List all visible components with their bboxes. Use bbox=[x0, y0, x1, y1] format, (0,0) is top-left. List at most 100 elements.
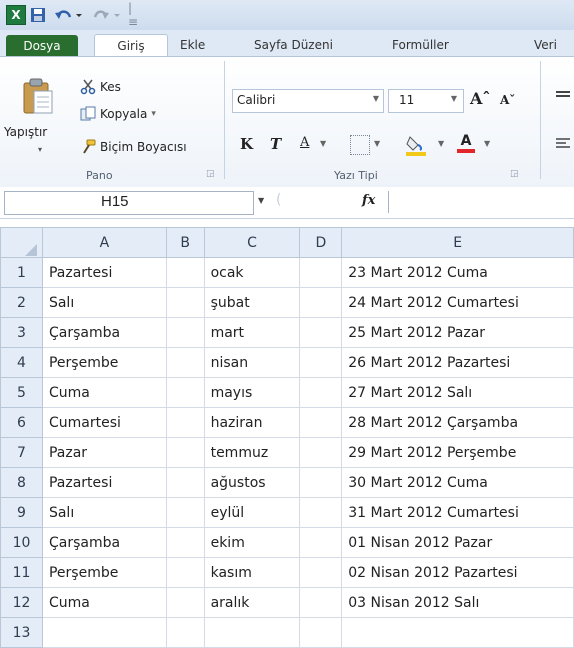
row-header[interactable]: 4 bbox=[0, 347, 43, 378]
cell-c[interactable]: temmuz bbox=[203, 437, 301, 468]
grow-font-button[interactable]: Aˆ bbox=[470, 89, 490, 108]
tab-page-layout[interactable]: Sayfa Düzeni bbox=[254, 34, 333, 56]
cell-e[interactable]: 01 Nisan 2012 Pazar bbox=[341, 527, 574, 558]
name-box[interactable]: H15 bbox=[4, 191, 254, 215]
cell-e[interactable]: 27 Mart 2012 Salı bbox=[341, 377, 574, 408]
cell-d[interactable] bbox=[299, 257, 343, 288]
cell-e[interactable]: 31 Mart 2012 Cumartesi bbox=[341, 497, 574, 528]
cell-c[interactable]: eylül bbox=[203, 497, 301, 528]
paste-dropdown-icon[interactable]: ▾ bbox=[38, 145, 42, 154]
column-header-e[interactable]: E bbox=[341, 227, 574, 258]
cell-c[interactable]: nisan bbox=[203, 347, 301, 378]
cell-b[interactable] bbox=[165, 617, 205, 648]
italic-button[interactable]: T bbox=[270, 135, 281, 153]
cell-a[interactable]: Cuma bbox=[41, 587, 167, 618]
cell-b[interactable] bbox=[165, 497, 205, 528]
cell-b[interactable] bbox=[165, 587, 205, 618]
cell-a[interactable]: Cuma bbox=[41, 377, 167, 408]
cell-a[interactable]: Pazartesi bbox=[41, 257, 167, 288]
cell-d[interactable] bbox=[299, 347, 343, 378]
excel-logo-icon[interactable]: X bbox=[6, 5, 26, 25]
cell-e[interactable]: 28 Mart 2012 Çarşamba bbox=[341, 407, 574, 438]
cell-e[interactable]: 30 Mart 2012 Cuma bbox=[341, 467, 574, 498]
row-header[interactable]: 10 bbox=[0, 527, 43, 558]
paste-icon[interactable] bbox=[22, 77, 54, 115]
paste-button[interactable]: Yapıştır bbox=[4, 125, 47, 139]
cell-b[interactable] bbox=[165, 317, 205, 348]
cell-e[interactable]: 25 Mart 2012 Pazar bbox=[341, 317, 574, 348]
cell-d[interactable] bbox=[299, 467, 343, 498]
column-header-d[interactable]: D bbox=[299, 227, 343, 258]
cell-a[interactable]: Çarşamba bbox=[41, 527, 167, 558]
tab-formulas[interactable]: Formüller bbox=[392, 34, 449, 56]
cell-d[interactable] bbox=[299, 287, 343, 318]
select-all-corner[interactable] bbox=[0, 227, 43, 258]
cell-c[interactable]: kasım bbox=[203, 557, 301, 588]
cell-b[interactable] bbox=[165, 287, 205, 318]
align-left-icon[interactable] bbox=[556, 137, 570, 151]
undo-icon[interactable] bbox=[54, 5, 84, 25]
row-header[interactable]: 7 bbox=[0, 437, 43, 468]
cell-c[interactable] bbox=[203, 617, 301, 648]
cell-e[interactable]: 26 Mart 2012 Pazartesi bbox=[341, 347, 574, 378]
cell-c[interactable]: mart bbox=[203, 317, 301, 348]
cell-d[interactable] bbox=[299, 377, 343, 408]
row-header[interactable]: 6 bbox=[0, 407, 43, 438]
copy-dropdown-icon[interactable]: ▾ bbox=[151, 109, 156, 119]
row-header[interactable]: 11 bbox=[0, 557, 43, 588]
underline-dropdown-icon[interactable]: ▼ bbox=[320, 139, 326, 148]
cell-b[interactable] bbox=[165, 467, 205, 498]
save-icon[interactable] bbox=[30, 5, 46, 25]
cell-a[interactable]: Perşembe bbox=[41, 347, 167, 378]
cell-a[interactable]: Salı bbox=[41, 287, 167, 318]
tab-file[interactable]: Dosya bbox=[6, 35, 78, 57]
cell-b[interactable] bbox=[165, 527, 205, 558]
customize-quick-access-icon[interactable]: |≡ bbox=[128, 1, 138, 29]
cell-c[interactable]: aralık bbox=[203, 587, 301, 618]
cell-a[interactable]: Çarşamba bbox=[41, 317, 167, 348]
bold-button[interactable]: K bbox=[240, 135, 253, 153]
cell-d[interactable] bbox=[299, 527, 343, 558]
row-header[interactable]: 3 bbox=[0, 317, 43, 348]
tab-home[interactable]: Giriş bbox=[94, 34, 168, 57]
cell-e[interactable]: 29 Mart 2012 Perşembe bbox=[341, 437, 574, 468]
cut-button[interactable]: Kes bbox=[80, 79, 121, 95]
cell-e[interactable]: 03 Nisan 2012 Salı bbox=[341, 587, 574, 618]
column-header-b[interactable]: B bbox=[165, 227, 205, 258]
cell-a[interactable] bbox=[41, 617, 167, 648]
font-color-dropdown-icon[interactable]: ▼ bbox=[484, 139, 490, 148]
cell-e[interactable] bbox=[341, 617, 574, 648]
cell-a[interactable]: Cumartesi bbox=[41, 407, 167, 438]
cell-d[interactable] bbox=[299, 587, 343, 618]
row-header[interactable]: 8 bbox=[0, 467, 43, 498]
row-header[interactable]: 1 bbox=[0, 257, 43, 288]
cell-c[interactable]: şubat bbox=[203, 287, 301, 318]
fill-color-icon[interactable] bbox=[404, 133, 428, 157]
cell-b[interactable] bbox=[165, 347, 205, 378]
row-header[interactable]: 13 bbox=[0, 617, 43, 648]
borders-dropdown-icon[interactable]: ▼ bbox=[374, 139, 380, 148]
cell-d[interactable] bbox=[299, 617, 343, 648]
redo-icon[interactable] bbox=[92, 5, 122, 25]
fill-color-dropdown-icon[interactable]: ▼ bbox=[438, 139, 444, 148]
cell-b[interactable] bbox=[165, 257, 205, 288]
column-header-a[interactable]: A bbox=[41, 227, 167, 258]
font-dialog-launcher-icon[interactable]: ◲ bbox=[510, 169, 519, 179]
cell-e[interactable]: 02 Nisan 2012 Pazartesi bbox=[341, 557, 574, 588]
cell-e[interactable]: 24 Mart 2012 Cumartesi bbox=[341, 287, 574, 318]
cell-d[interactable] bbox=[299, 497, 343, 528]
cell-b[interactable] bbox=[165, 407, 205, 438]
copy-button[interactable]: Kopyala ▾ bbox=[80, 106, 156, 122]
tab-data[interactable]: Veri bbox=[534, 34, 557, 56]
insert-function-icon[interactable]: fx bbox=[362, 193, 375, 208]
column-header-c[interactable]: C bbox=[203, 227, 301, 258]
cell-b[interactable] bbox=[165, 437, 205, 468]
cell-d[interactable] bbox=[299, 407, 343, 438]
clipboard-dialog-launcher-icon[interactable]: ◲ bbox=[206, 169, 215, 179]
name-box-dropdown-icon[interactable]: ▼ bbox=[258, 196, 264, 205]
cell-b[interactable] bbox=[165, 377, 205, 408]
font-name-select[interactable]: Calibri ▼ bbox=[232, 89, 384, 113]
borders-icon[interactable] bbox=[350, 135, 370, 155]
cell-a[interactable]: Pazar bbox=[41, 437, 167, 468]
cell-b[interactable] bbox=[165, 557, 205, 588]
